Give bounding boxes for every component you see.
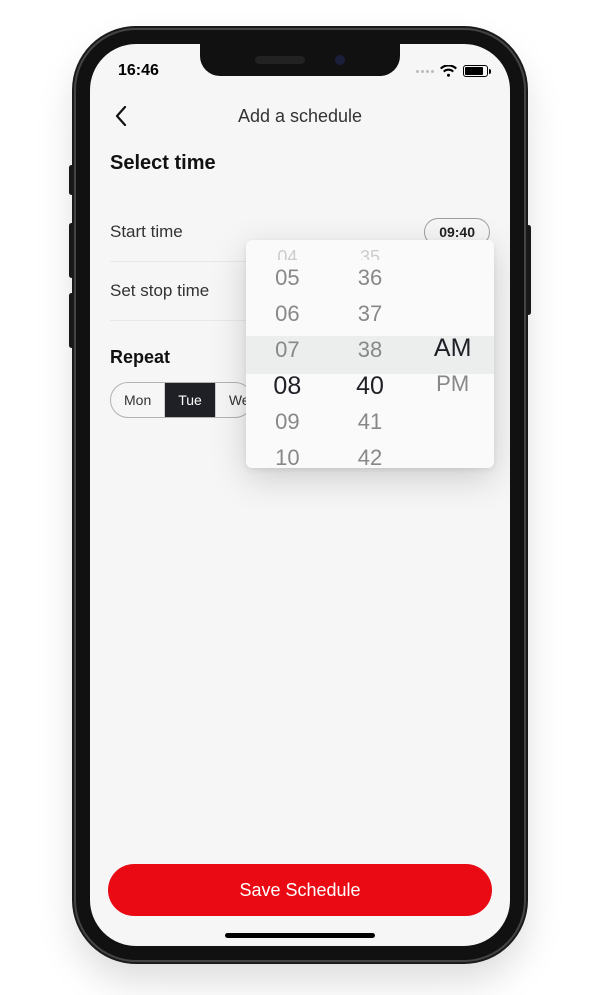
minute-selected[interactable]: 40 xyxy=(356,368,384,404)
device-notch xyxy=(200,44,400,76)
period-pm[interactable]: PM xyxy=(436,366,469,402)
page-title: Add a schedule xyxy=(238,106,362,127)
status-time: 16:46 xyxy=(112,62,159,80)
status-icons xyxy=(416,65,488,78)
stop-time-label: Set stop time xyxy=(110,281,209,301)
minute-wheel[interactable]: 35 36 37 38 40 41 42 43 xyxy=(329,240,412,468)
period-wheel[interactable]: AM PM xyxy=(411,240,494,468)
cellular-dots-icon xyxy=(416,70,434,73)
period-am[interactable]: AM xyxy=(434,330,472,366)
day-mon[interactable]: Mon xyxy=(111,383,165,417)
wifi-icon xyxy=(440,65,457,78)
day-tue[interactable]: Tue xyxy=(165,383,216,417)
nav-header: Add a schedule xyxy=(90,88,510,144)
save-schedule-button[interactable]: Save Schedule xyxy=(108,864,492,916)
start-time-label: Start time xyxy=(110,222,183,242)
content-area: Select time Start time 09:40 Set stop ti… xyxy=(90,144,510,418)
hour-selected[interactable]: 08 xyxy=(273,368,301,404)
hour-wheel[interactable]: 04 05 06 07 08 09 10 11 xyxy=(246,240,329,468)
chevron-left-icon xyxy=(115,106,127,126)
back-button[interactable] xyxy=(106,101,136,131)
day-selector: Mon Tue We xyxy=(110,382,253,418)
time-picker-popover: 04 05 06 07 08 09 10 11 35 36 37 38 xyxy=(246,240,494,468)
phone-frame: 16:46 Add a schedule Select time Start t… xyxy=(76,30,524,960)
home-indicator[interactable] xyxy=(225,933,375,938)
section-title: Select time xyxy=(110,152,490,175)
battery-icon xyxy=(463,65,488,77)
